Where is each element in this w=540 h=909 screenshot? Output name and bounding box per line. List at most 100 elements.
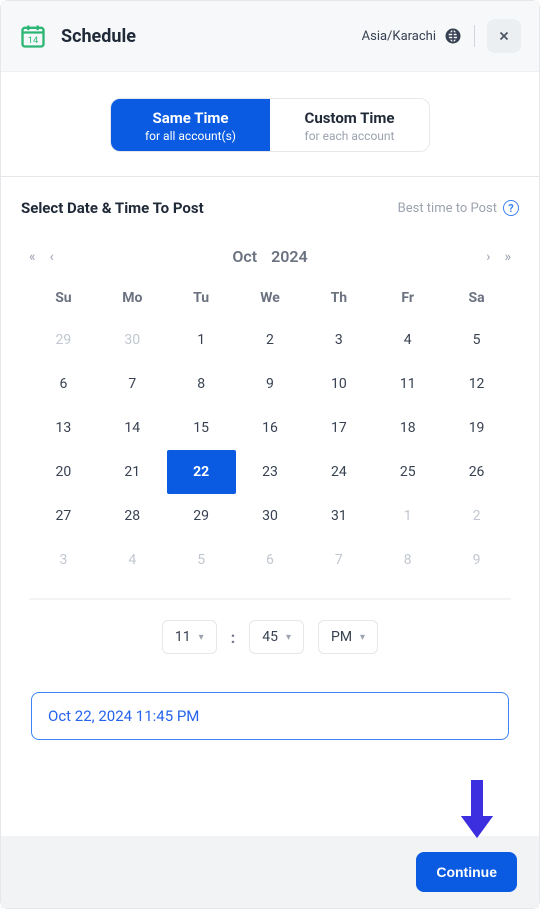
calendar-day[interactable]: 24 (304, 450, 373, 494)
calendar-day[interactable]: 28 (98, 494, 167, 538)
calendar-year: 2024 (271, 247, 308, 266)
calendar-day[interactable]: 1 (373, 494, 442, 538)
dow-cell: Sa (442, 280, 511, 318)
calendar-week: 293012345 (29, 318, 511, 362)
calendar-day[interactable]: 11 (373, 362, 442, 406)
tab-label: Same Time (125, 109, 256, 127)
section-head: Select Date & Time To Post Best time to … (1, 177, 539, 225)
best-time-link[interactable]: Best time to Post ? (398, 200, 519, 216)
calendar-day[interactable]: 9 (442, 538, 511, 582)
best-time-label: Best time to Post (398, 201, 497, 216)
calendar-day[interactable]: 23 (236, 450, 305, 494)
calendar-week: 272829303112 (29, 494, 511, 538)
dow-cell: Su (29, 280, 98, 318)
dow-cell: Fr (373, 280, 442, 318)
chevron-down-icon: ▾ (286, 632, 291, 643)
tab-sublabel: for each account (284, 129, 415, 143)
calendar-day[interactable]: 27 (29, 494, 98, 538)
calendar-day[interactable]: 21 (98, 450, 167, 494)
calendar-day[interactable]: 9 (236, 362, 305, 406)
tab-same-time[interactable]: Same Time for all account(s) (111, 99, 270, 151)
selected-datetime-value: Oct 22, 2024 11:45 PM (48, 707, 199, 725)
mode-toggle: Same Time for all account(s) Custom Time… (1, 72, 539, 177)
calendar-nav: « ‹ Oct 2024 › » (29, 237, 511, 280)
calendar-day[interactable]: 30 (236, 494, 305, 538)
section-label: Select Date & Time To Post (21, 199, 204, 217)
divider (29, 598, 511, 600)
calendar: « ‹ Oct 2024 › » SuMoTuWeThFrSa 29301234… (1, 225, 539, 654)
calendar-grid: 2930123456789101112131415161718192021222… (29, 318, 511, 582)
selected-datetime-field[interactable]: Oct 22, 2024 11:45 PM (31, 692, 509, 740)
calendar-day[interactable]: 3 (29, 538, 98, 582)
calendar-day[interactable]: 19 (442, 406, 511, 450)
calendar-day[interactable]: 22 (167, 450, 236, 494)
calendar-day[interactable]: 18 (373, 406, 442, 450)
calendar-day[interactable]: 15 (167, 406, 236, 450)
calendar-week: 3456789 (29, 538, 511, 582)
calendar-title: Oct 2024 (232, 247, 307, 266)
divider (474, 25, 475, 47)
next-year-button[interactable]: » (504, 249, 511, 265)
tab-sublabel: for all account(s) (125, 129, 256, 143)
calendar-week: 6789101112 (29, 362, 511, 406)
calendar-day[interactable]: 29 (167, 494, 236, 538)
dow-cell: Th (304, 280, 373, 318)
calendar-day[interactable]: 31 (304, 494, 373, 538)
calendar-week: 13141516171819 (29, 406, 511, 450)
timezone-label[interactable]: Asia/Karachi (362, 29, 436, 44)
dow-cell: Mo (98, 280, 167, 318)
calendar-day[interactable]: 7 (98, 362, 167, 406)
calendar-week: 20212223242526 (29, 450, 511, 494)
calendar-day[interactable]: 2 (442, 494, 511, 538)
globe-icon[interactable] (444, 27, 462, 45)
calendar-month: Oct (232, 247, 257, 266)
header: 14 Schedule Asia/Karachi (1, 1, 539, 72)
minute-select[interactable]: 45 ▾ (249, 620, 304, 654)
prev-year-button[interactable]: « (29, 249, 36, 265)
calendar-day[interactable]: 3 (304, 318, 373, 362)
calendar-day[interactable]: 7 (304, 538, 373, 582)
calendar-day[interactable]: 8 (167, 362, 236, 406)
next-month-button[interactable]: › (486, 249, 490, 265)
calendar-day[interactable]: 25 (373, 450, 442, 494)
minute-value: 45 (262, 629, 278, 645)
calendar-day[interactable]: 10 (304, 362, 373, 406)
chevron-down-icon: ▾ (360, 632, 365, 643)
dow-cell: We (236, 280, 305, 318)
close-button[interactable] (487, 19, 521, 53)
calendar-day[interactable]: 4 (98, 538, 167, 582)
time-picker: 11 ▾ : 45 ▾ PM ▾ (29, 620, 511, 654)
calendar-day[interactable]: 2 (236, 318, 305, 362)
day-of-week-header: SuMoTuWeThFrSa (29, 280, 511, 318)
calendar-day[interactable]: 4 (373, 318, 442, 362)
help-icon: ? (503, 200, 519, 216)
calendar-day[interactable]: 29 (29, 318, 98, 362)
calendar-day[interactable]: 17 (304, 406, 373, 450)
calendar-day[interactable]: 13 (29, 406, 98, 450)
calendar-day[interactable]: 6 (29, 362, 98, 406)
calendar-day[interactable]: 5 (167, 538, 236, 582)
tab-custom-time[interactable]: Custom Time for each account (270, 99, 429, 151)
calendar-day[interactable]: 1 (167, 318, 236, 362)
ampm-value: PM (331, 629, 352, 645)
calendar-day[interactable]: 16 (236, 406, 305, 450)
calendar-day[interactable]: 5 (442, 318, 511, 362)
page-title: Schedule (61, 26, 362, 47)
calendar-day[interactable]: 6 (236, 538, 305, 582)
calendar-icon: 14 (19, 22, 47, 50)
svg-text:14: 14 (28, 35, 39, 46)
calendar-day[interactable]: 20 (29, 450, 98, 494)
calendar-day[interactable]: 26 (442, 450, 511, 494)
calendar-day[interactable]: 8 (373, 538, 442, 582)
prev-month-button[interactable]: ‹ (50, 249, 54, 265)
calendar-day[interactable]: 30 (98, 318, 167, 362)
footer: Continue (1, 836, 539, 908)
ampm-select[interactable]: PM ▾ (318, 620, 378, 654)
hour-value: 11 (175, 629, 191, 645)
dow-cell: Tu (167, 280, 236, 318)
hour-select[interactable]: 11 ▾ (162, 620, 217, 654)
time-colon: : (231, 628, 236, 647)
calendar-day[interactable]: 12 (442, 362, 511, 406)
calendar-day[interactable]: 14 (98, 406, 167, 450)
continue-button[interactable]: Continue (416, 852, 517, 892)
